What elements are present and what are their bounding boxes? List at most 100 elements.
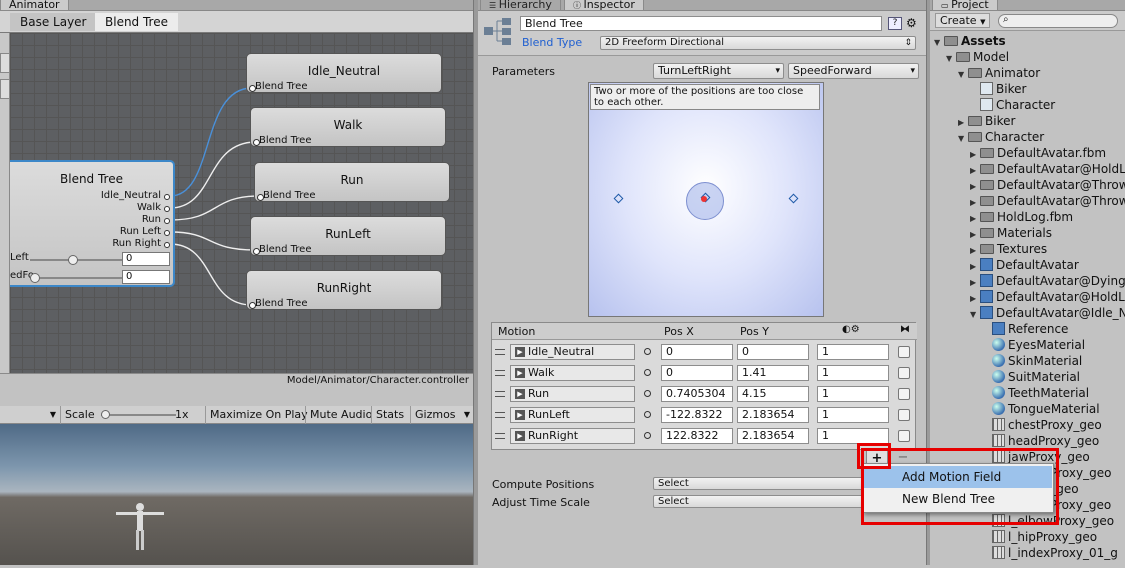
mirror-checkbox[interactable] bbox=[898, 409, 910, 421]
name-field[interactable]: Blend Tree bbox=[520, 16, 882, 31]
node-input[interactable]: Blend Tree bbox=[257, 190, 316, 201]
tree-item[interactable]: Biker bbox=[970, 81, 1026, 97]
param-y-dropdown[interactable]: SpeedForward ▾ bbox=[788, 63, 919, 79]
motion-point-runright[interactable] bbox=[788, 193, 799, 204]
motion-point-runleft[interactable] bbox=[613, 193, 624, 204]
tree-item[interactable]: TongueMaterial bbox=[982, 401, 1100, 417]
object-picker-icon[interactable] bbox=[644, 432, 651, 439]
tree-item[interactable]: SkinMaterial bbox=[982, 353, 1082, 369]
node-run-right[interactable]: RunRight Blend Tree bbox=[246, 270, 442, 310]
motion-field[interactable]: ▶ Idle_Neutral bbox=[510, 344, 635, 360]
posy-field[interactable]: 4.15 bbox=[737, 386, 809, 402]
slider-knob[interactable] bbox=[68, 255, 78, 265]
node-input[interactable]: Blend Tree bbox=[253, 135, 312, 146]
display-dropdown[interactable]: ▼ bbox=[0, 406, 60, 424]
posx-field[interactable]: -122.8322 bbox=[661, 407, 733, 423]
tree-item[interactable]: l_hipProxy_geo bbox=[982, 529, 1097, 545]
output-run-right[interactable]: Run Right bbox=[112, 238, 170, 249]
object-picker-icon[interactable] bbox=[644, 348, 651, 355]
posy-field[interactable]: 1.41 bbox=[737, 365, 809, 381]
expand-arrow-icon[interactable]: ▼ bbox=[958, 131, 968, 147]
current-blend-point[interactable] bbox=[701, 196, 707, 202]
gizmos-button[interactable]: Gizmos ▼ bbox=[410, 406, 473, 424]
expand-arrow-icon[interactable]: ▼ bbox=[934, 35, 944, 51]
object-picker-icon[interactable] bbox=[644, 369, 651, 376]
drag-handle-icon[interactable] bbox=[495, 433, 505, 439]
tab-inspector[interactable]: ⓘ Inspector bbox=[564, 0, 644, 11]
tree-item[interactable]: ▶ HoldLog.fbm bbox=[970, 209, 1073, 225]
tree-item[interactable]: ▶ DefaultAvatar bbox=[970, 257, 1079, 273]
mirror-checkbox[interactable] bbox=[898, 430, 910, 442]
drag-handle-icon[interactable] bbox=[495, 349, 505, 355]
node-run[interactable]: Run Blend Tree bbox=[254, 162, 450, 202]
motion-field[interactable]: ▶ Walk bbox=[510, 365, 635, 381]
tree-item[interactable]: SuitMaterial bbox=[982, 369, 1080, 385]
output-run[interactable]: Run bbox=[142, 214, 171, 225]
posx-field[interactable]: 0.7405304 bbox=[661, 386, 733, 402]
expand-arrow-icon[interactable]: ▼ bbox=[946, 51, 956, 67]
tree-item[interactable]: chestProxy_geo bbox=[982, 417, 1102, 433]
tree-item[interactable]: ▶ DefaultAvatar.fbm bbox=[970, 145, 1106, 161]
mute-audio-button[interactable]: Mute Audio bbox=[305, 406, 376, 424]
output-idle-neutral[interactable]: Idle_Neutral bbox=[101, 190, 171, 201]
tree-item[interactable]: Reference bbox=[982, 321, 1068, 337]
node-input[interactable]: Blend Tree bbox=[249, 298, 308, 309]
object-picker-icon[interactable] bbox=[644, 411, 651, 418]
create-button[interactable]: Create ▼ bbox=[935, 13, 991, 28]
posx-field[interactable]: 0 bbox=[661, 344, 733, 360]
gear-icon[interactable]: ⚙ bbox=[906, 16, 917, 30]
stats-button[interactable]: Stats bbox=[371, 406, 408, 424]
speed-field[interactable]: 1 bbox=[817, 365, 889, 381]
drag-handle-icon[interactable] bbox=[495, 391, 505, 397]
tree-item[interactable]: ▶ Materials bbox=[970, 225, 1052, 241]
param-slider[interactable] bbox=[30, 273, 125, 283]
help-icon[interactable]: ? bbox=[888, 17, 902, 30]
tree-item[interactable]: ▶ DefaultAvatar@Throw bbox=[970, 193, 1125, 209]
tab-hierarchy[interactable]: ☰ Hierarchy bbox=[480, 0, 561, 11]
param-x-dropdown[interactable]: TurnLeftRight ▾ bbox=[653, 63, 784, 79]
blend-type-dropdown[interactable]: 2D Freeform Directional ⇕ bbox=[600, 36, 916, 50]
node-walk[interactable]: Walk Blend Tree bbox=[250, 107, 446, 147]
tree-item[interactable]: ▶ DefaultAvatar@Throw bbox=[970, 177, 1125, 193]
tree-item[interactable]: ▶ DefaultAvatar@Dying bbox=[970, 273, 1125, 289]
speed-field[interactable]: 1 bbox=[817, 386, 889, 402]
mirror-checkbox[interactable] bbox=[898, 367, 910, 379]
node-run-left[interactable]: RunLeft Blend Tree bbox=[250, 216, 446, 256]
expand-arrow-icon[interactable]: ▼ bbox=[958, 67, 968, 83]
speed-field[interactable]: 1 bbox=[817, 344, 889, 360]
expand-arrow-icon[interactable]: ▼ bbox=[970, 307, 980, 323]
motion-field[interactable]: ▶ Run bbox=[510, 386, 635, 402]
blend-tree-node[interactable]: Blend Tree Idle_Neutral Walk Run Run Lef… bbox=[10, 160, 175, 287]
posy-field[interactable]: 2.183654 bbox=[737, 407, 809, 423]
output-walk[interactable]: Walk bbox=[137, 202, 170, 213]
param-slider[interactable] bbox=[30, 255, 125, 265]
blend-preview-graph[interactable] bbox=[588, 82, 824, 317]
tree-item[interactable]: ▶ DefaultAvatar@HoldL bbox=[970, 161, 1125, 177]
posx-field[interactable]: 0 bbox=[661, 365, 733, 381]
tree-item[interactable]: ▼ Character bbox=[958, 129, 1044, 145]
tree-item[interactable]: ▶ DefaultAvatar@HoldL bbox=[970, 289, 1125, 305]
slider-knob[interactable] bbox=[101, 410, 110, 419]
tree-item[interactable]: ▼ Model bbox=[946, 49, 1009, 65]
tree-item[interactable]: EyesMaterial bbox=[982, 337, 1085, 353]
posy-field[interactable]: 2.183654 bbox=[737, 428, 809, 444]
scale-control[interactable]: Scale 1x bbox=[60, 406, 205, 424]
tree-item[interactable]: ▼ DefaultAvatar@Idle_N bbox=[970, 305, 1125, 321]
game-scene[interactable] bbox=[0, 424, 473, 565]
node-idle-neutral[interactable]: Idle_Neutral Blend Tree bbox=[246, 53, 442, 93]
scale-slider[interactable] bbox=[101, 410, 176, 419]
tab-project[interactable]: ▭ Project bbox=[932, 0, 998, 11]
search-input[interactable]: ⌕ bbox=[998, 14, 1118, 28]
mirror-checkbox[interactable] bbox=[898, 346, 910, 358]
tree-item[interactable]: l_indexProxy_01_g bbox=[982, 545, 1118, 561]
posy-field[interactable]: 0 bbox=[737, 344, 809, 360]
param-value-field[interactable]: 0 bbox=[122, 270, 170, 284]
tree-item[interactable]: Character bbox=[970, 97, 1055, 113]
output-run-left[interactable]: Run Left bbox=[120, 226, 171, 237]
tree-item[interactable]: ▶ Biker bbox=[958, 113, 1015, 129]
drag-handle-icon[interactable] bbox=[495, 412, 505, 418]
motion-field[interactable]: ▶ RunLeft bbox=[510, 407, 635, 423]
tree-item[interactable]: ▼ Animator bbox=[958, 65, 1040, 81]
object-picker-icon[interactable] bbox=[644, 390, 651, 397]
speed-field[interactable]: 1 bbox=[817, 407, 889, 423]
